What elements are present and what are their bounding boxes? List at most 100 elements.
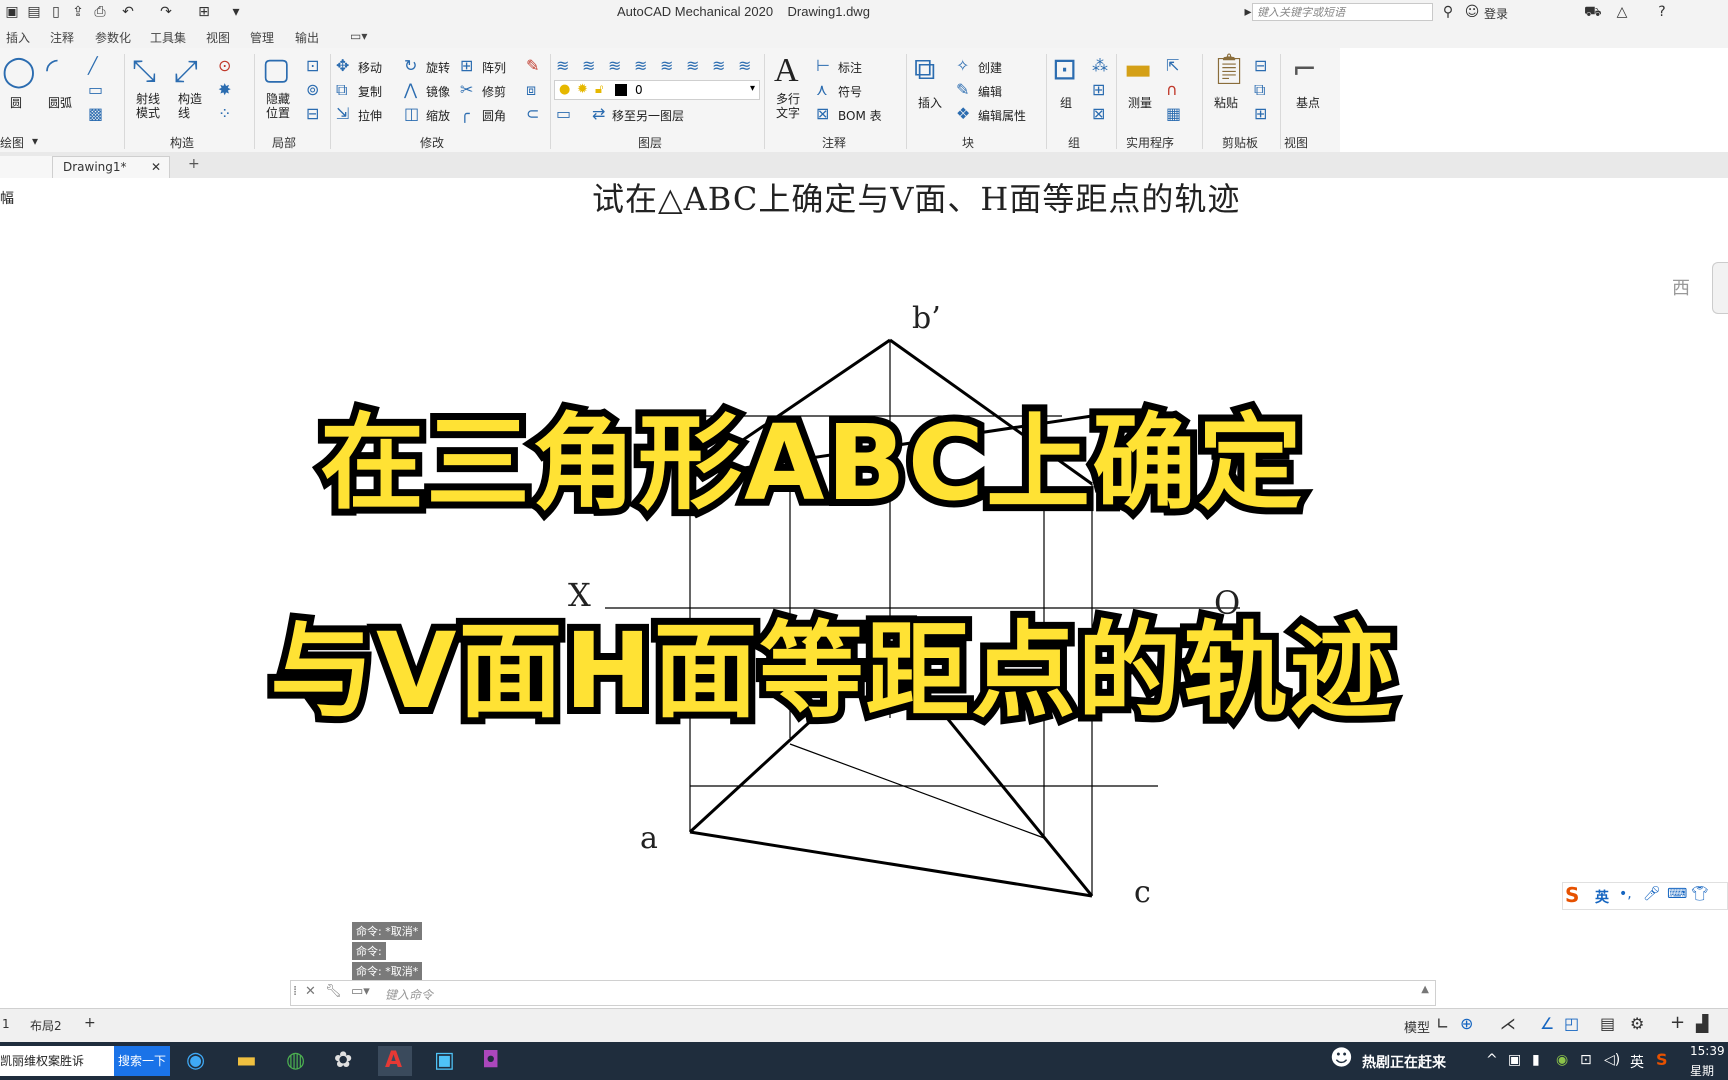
xline-icon[interactable]: ⤢ (174, 54, 198, 89)
layer-icon-4[interactable]: ≋ (634, 56, 647, 75)
search-input[interactable]: 键入关键字或短语 (1252, 3, 1433, 21)
open-icon[interactable]: ⇪ (70, 4, 86, 20)
login-link[interactable]: 登录 (1484, 5, 1508, 22)
keyboard-icon[interactable]: ⌨ (1667, 886, 1687, 902)
create-block-button[interactable]: 创建 (978, 59, 1002, 76)
tab-drawing1[interactable]: Drawing1* ✕ (52, 156, 170, 178)
match-prop-icon[interactable]: ⊞ (1254, 104, 1267, 123)
hatch-icon[interactable]: ▩ (88, 104, 103, 123)
redo-icon[interactable]: ↷ (158, 4, 174, 20)
tab-insert[interactable]: 插入 (6, 29, 30, 46)
media-app-icon[interactable]: ◘ (482, 1048, 499, 1073)
hide-position-button[interactable]: 隐藏 位置 (266, 92, 290, 120)
join-icon[interactable]: ⊂ (526, 104, 539, 123)
layer-icon-2[interactable]: ≋ (582, 56, 595, 75)
workspace-toggle-icon[interactable]: ▟ (1696, 1014, 1708, 1033)
browser-icon[interactable]: ◍ (286, 1048, 305, 1073)
explode-icon[interactable]: ✎ (526, 56, 539, 75)
command-line[interactable]: ⁞ ✕ 🔧︎ ▭▾ 键入命令 ▲ (290, 980, 1436, 1006)
panel-label-group[interactable]: 组 (1068, 134, 1080, 151)
layout-tab-1[interactable]: 1 (2, 1017, 10, 1031)
offset-icon[interactable]: ⧈ (526, 80, 536, 100)
layer-icon-8[interactable]: ≋ (738, 56, 751, 75)
tab-output[interactable]: 输出 (295, 29, 319, 46)
copy-button[interactable]: 复制 (358, 83, 382, 100)
panel-label-draw[interactable]: 绘图 (0, 134, 24, 151)
close-icon[interactable]: ✕ (305, 984, 316, 999)
search-button[interactable]: 搜索一下 (114, 1046, 170, 1076)
panel-label-annotation[interactable]: 注释 (822, 134, 846, 151)
paste-button[interactable]: 粘贴 (1214, 94, 1238, 111)
group-icon[interactable]: ⊡ (1052, 52, 1077, 87)
detail-icon-3[interactable]: ⊟ (306, 104, 319, 123)
mic-icon[interactable]: 🎤︎ (1643, 886, 1661, 902)
undo-icon[interactable]: ↶ (120, 4, 136, 20)
array-button[interactable]: 阵列 (482, 59, 506, 76)
ray-icon[interactable]: ⤡ (132, 54, 156, 89)
move-to-layer-button[interactable]: 移至另一图层 (612, 107, 684, 124)
save-as-icon[interactable]: ▤ (26, 4, 42, 20)
chevron-up-icon[interactable]: ▲ (1421, 984, 1429, 995)
arc-button[interactable]: 圆弧 (48, 94, 72, 111)
edit-block-button[interactable]: 编辑 (978, 83, 1002, 100)
network-icon[interactable]: ⊡ (1580, 1052, 1592, 1068)
mtext-button[interactable]: 多行 文字 (776, 92, 800, 120)
delete-construct-icon[interactable]: ⁘ (218, 104, 231, 123)
tab-view[interactable]: 视图 (206, 29, 230, 46)
layer-state-icon[interactable]: ▭ (556, 104, 571, 123)
ray-mode-button[interactable]: 射线 模式 (136, 92, 160, 120)
model-space-button[interactable]: 模型 (1404, 1017, 1430, 1036)
ungroup-icon[interactable]: ⁂ (1092, 56, 1108, 75)
group-button[interactable]: 组 (1060, 94, 1072, 111)
panel-label-view[interactable]: 视图 (1284, 134, 1308, 151)
tray-app-icon[interactable]: ▣ (1508, 1052, 1521, 1068)
clock-weekday[interactable]: 星期 (1690, 1062, 1714, 1079)
copy-clip-icon[interactable]: ⧉ (1254, 80, 1265, 100)
tab-more-icon[interactable]: ▭▾ (350, 29, 367, 43)
clock-time[interactable]: 15:39 (1690, 1044, 1725, 1058)
panel-label-detail[interactable]: 局部 (272, 134, 296, 151)
panel-label-block[interactable]: 块 (962, 134, 974, 151)
panel-label-clipboard[interactable]: 剪贴板 (1222, 134, 1258, 151)
detail-icon-1[interactable]: ⊡ (306, 56, 319, 75)
start-tab[interactable] (0, 156, 52, 178)
panel-label-utilities[interactable]: 实用程序 (1126, 134, 1174, 151)
wrench-icon[interactable]: 🔧︎ (325, 984, 342, 999)
measure-icon[interactable]: ▬ (1124, 52, 1152, 87)
plus-icon[interactable]: + (1670, 1012, 1685, 1033)
osnap-icon[interactable]: ∠ (1540, 1014, 1554, 1033)
punct-icon[interactable]: •, (1619, 886, 1632, 902)
layer-icon-5[interactable]: ≋ (660, 56, 673, 75)
workspace-icon[interactable]: ⊞ (196, 4, 212, 20)
a360-icon[interactable]: △ (1614, 4, 1630, 20)
tab-parametric[interactable]: 参数化 (95, 29, 131, 46)
save-icon[interactable]: ▣ (4, 4, 20, 20)
base-view-icon[interactable]: ⌐ (1292, 52, 1317, 87)
customize-icon[interactable]: ▾ (228, 4, 244, 20)
print-icon[interactable]: ⎙ (92, 4, 108, 20)
group-select-icon[interactable]: ⊠ (1092, 104, 1105, 123)
tab-manage[interactable]: 管理 (250, 29, 274, 46)
user-icon[interactable]: ☺ (1464, 4, 1480, 20)
rectangle-icon[interactable]: ▭ (88, 80, 103, 99)
snap-icon[interactable]: ⊕ (1460, 1014, 1473, 1033)
scale-button[interactable]: 缩放 (426, 107, 450, 124)
cut-icon[interactable]: ⊟ (1254, 56, 1267, 75)
mic-tray-icon[interactable]: ▮ (1532, 1052, 1540, 1068)
layer-dropdown[interactable]: ● ✹ 🔓︎ 0 ▾ (554, 80, 760, 100)
circle-icon[interactable]: ◯ (2, 54, 36, 89)
paste-icon[interactable]: 📋︎ (1210, 52, 1248, 87)
skin-icon[interactable]: 👕︎ (1691, 886, 1709, 902)
news-widget-text[interactable]: 热剧正在赶来 (1362, 1052, 1446, 1072)
panel-label-layer[interactable]: 图层 (638, 134, 662, 151)
autocad-taskbar-button[interactable]: A (378, 1046, 412, 1076)
magnet-icon[interactable]: ∩ (1166, 80, 1178, 99)
grid-icon[interactable]: ∟ (1436, 1014, 1449, 1033)
measure-button[interactable]: 测量 (1128, 94, 1152, 111)
xline-button[interactable]: 构造 线 (178, 92, 202, 120)
target-icon[interactable]: ⊙ (218, 56, 231, 75)
panel-expand-icon[interactable]: ▾ (32, 134, 38, 148)
polar-icon[interactable]: ⋌ (1500, 1014, 1516, 1033)
stretch-button[interactable]: 拉伸 (358, 107, 382, 124)
cart-icon[interactable]: ⛟ (1584, 4, 1602, 20)
